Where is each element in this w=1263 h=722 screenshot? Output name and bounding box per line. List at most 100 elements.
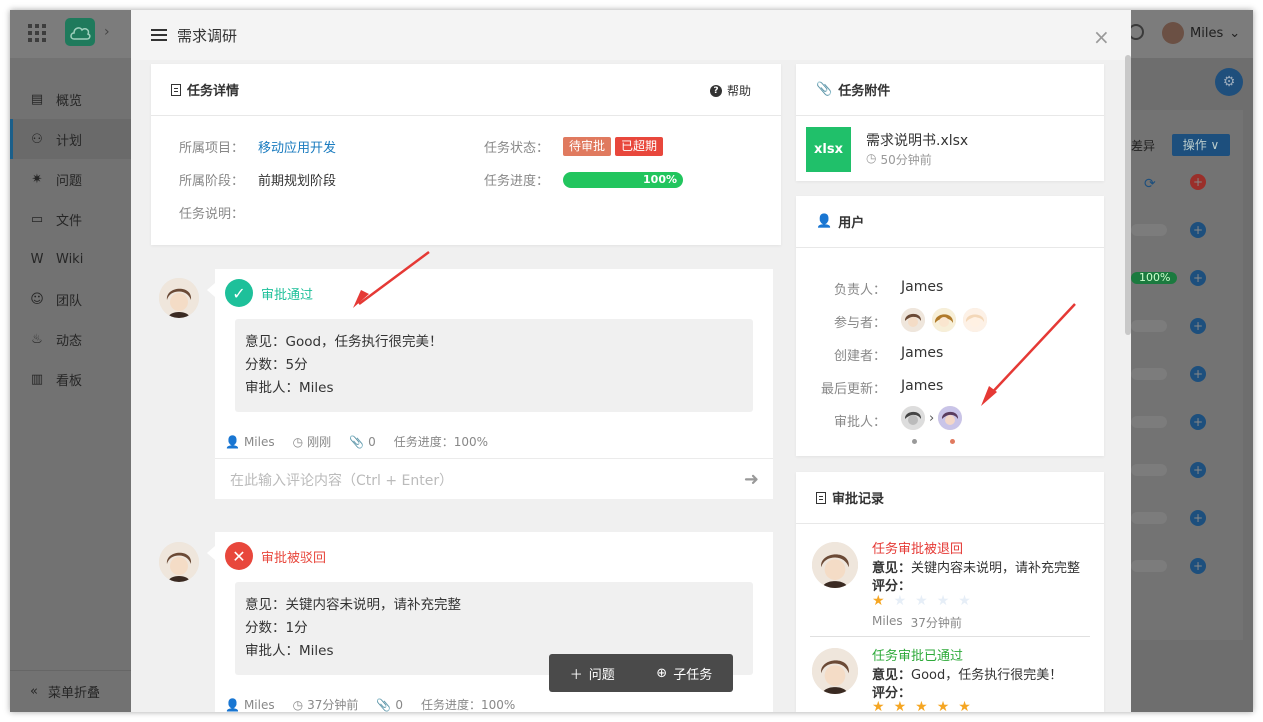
comment-placeholder: 在此输入评论内容（Ctrl + Enter） bbox=[230, 472, 454, 489]
overdue-badge: 已超期 bbox=[615, 137, 664, 156]
help-label: 帮助 bbox=[726, 84, 751, 98]
status-text: 审批被驳回 bbox=[261, 550, 327, 566]
add-icon[interactable]: + bbox=[1190, 366, 1206, 382]
sidebar-item-team[interactable]: ☺ 团队 bbox=[10, 279, 131, 319]
sidebar-item-plan[interactable]: ⚇ 计划 bbox=[10, 119, 131, 159]
star-icon: ★ bbox=[872, 699, 885, 712]
add-icon[interactable]: + bbox=[1190, 558, 1206, 574]
sidebar-item-label: 文件 bbox=[56, 213, 83, 229]
sidebar-item-label: Wiki bbox=[56, 251, 84, 267]
participants-row: 参与者： bbox=[834, 312, 886, 331]
sidebar-item-wiki[interactable]: W Wiki bbox=[10, 239, 131, 279]
progress-bar: 100% bbox=[1131, 272, 1177, 284]
opinion-text: 意见：Good，任务执行很完美！ bbox=[245, 334, 443, 350]
avatar bbox=[159, 542, 199, 582]
cloud-logo-icon[interactable] bbox=[65, 18, 95, 46]
ops-button[interactable]: 操作 ∨ bbox=[1172, 134, 1230, 156]
log-opinion-text: 关键内容未说明，请补充完整 bbox=[911, 561, 1081, 576]
sidebar-item-issue[interactable]: ✷ 问题 bbox=[10, 159, 131, 199]
project-row: 所属项目： 移动应用开发 bbox=[179, 137, 336, 156]
user-icon: 👤 bbox=[225, 434, 240, 449]
sidebar-item-board[interactable]: ▥ 看板 bbox=[10, 359, 131, 399]
log-opinion-label: 意见： bbox=[872, 668, 912, 683]
board-icon: ▥ bbox=[30, 371, 44, 387]
send-arrow-icon[interactable]: ➜ bbox=[744, 469, 759, 490]
updater-label: 最后更新： bbox=[820, 382, 886, 397]
avatar bbox=[812, 542, 858, 588]
stage-value: 前期规划阶段 bbox=[258, 174, 337, 189]
star-icon: ★ bbox=[893, 593, 907, 609]
meta-time-value: 37分钟前 bbox=[307, 698, 359, 712]
paperclip-icon: 📎 bbox=[376, 697, 392, 712]
log-user: Miles bbox=[872, 614, 903, 628]
current-dot bbox=[950, 439, 955, 444]
star-icon: ★ bbox=[915, 699, 928, 712]
add-subtask-label: 子任务 bbox=[673, 667, 713, 683]
avatar[interactable] bbox=[901, 406, 925, 430]
sidebar-item-label: 计划 bbox=[56, 133, 83, 149]
avatar[interactable] bbox=[932, 308, 956, 332]
task-modal: 需求调研 × 任务详情 ? 帮助 所属项目： 移动应用开发 所属阶段： 前期规划… bbox=[131, 10, 1131, 712]
sidebar-item-label: 问题 bbox=[56, 173, 83, 189]
sidebar-item-files[interactable]: ▭ 文件 bbox=[10, 199, 131, 239]
user-icon: 👤 bbox=[225, 697, 240, 712]
activity-meta: 👤 Miles ◷ 37分钟前 📎 0 任务进度：100% bbox=[225, 696, 515, 713]
star-rating: ★ ★ ★ ★ ★ bbox=[872, 594, 971, 608]
add-icon[interactable]: + bbox=[1190, 462, 1206, 478]
add-subtask-button[interactable]: ⊕ 子任务 bbox=[656, 664, 712, 683]
meta-user-name: Miles bbox=[243, 697, 275, 712]
xlsx-file-icon[interactable]: xlsx bbox=[806, 127, 851, 172]
star-icon: ★ bbox=[872, 593, 885, 609]
sidebar-item-overview[interactable]: ▤ 概览 bbox=[10, 79, 131, 119]
log-opinion-text: Good，任务执行很完美！ bbox=[911, 668, 1063, 683]
avatar[interactable] bbox=[938, 406, 963, 430]
help-button[interactable]: ? 帮助 bbox=[709, 82, 751, 99]
approval-log-card: 审批记录 任务审批被退回 意见：关键内容未说明，请补充完整 评分： ★ ★ ★ … bbox=[796, 472, 1104, 712]
file-time: ◷ 50分钟前 bbox=[866, 151, 932, 168]
add-icon[interactable]: + bbox=[1190, 174, 1206, 190]
owner-label: 负责人： bbox=[833, 283, 886, 298]
add-icon[interactable]: + bbox=[1190, 318, 1206, 334]
file-name-link[interactable]: 需求说明书.xlsx bbox=[866, 130, 968, 150]
opinion-box: 意见：Good，任务执行很完美！ 分数：5分 审批人：Miles bbox=[235, 319, 753, 412]
close-icon[interactable]: × bbox=[1093, 25, 1110, 49]
gear-icon[interactable]: ⚙ bbox=[1215, 68, 1243, 96]
card-header: 📎 任务附件 bbox=[796, 64, 1104, 116]
activity-icon: ♨ bbox=[31, 331, 43, 347]
refresh-icon[interactable]: ⟳ bbox=[1144, 176, 1156, 192]
app-window: › Miles ⌄ ▤ 概览 ⚇ 计划 ✷ 问题 ▭ 文件 W Wiki ☺ 团队 ♨ 动态 … bbox=[10, 10, 1253, 712]
avatar[interactable] bbox=[901, 308, 925, 332]
annotation-arrow bbox=[981, 303, 1076, 406]
add-icon[interactable]: + bbox=[1190, 270, 1206, 286]
add-icon[interactable]: + bbox=[1190, 414, 1206, 430]
meta-attachment-count: 0 bbox=[395, 697, 403, 712]
add-icon[interactable]: + bbox=[1190, 222, 1206, 238]
sidebar-item-label: 概览 bbox=[56, 93, 83, 109]
scrollbar[interactable] bbox=[1125, 55, 1131, 335]
sidebar-item-activity[interactable]: ♨ 动态 bbox=[10, 319, 131, 359]
avatar bbox=[1162, 22, 1184, 44]
description-row: 任务说明： bbox=[179, 203, 244, 222]
updater-value: James bbox=[901, 378, 944, 394]
menu-collapse-button[interactable]: « 菜单折叠 bbox=[10, 670, 131, 712]
comment-input[interactable]: 在此输入评论内容（Ctrl + Enter） ➜ bbox=[215, 458, 773, 500]
plus-icon: ＋ bbox=[569, 667, 583, 683]
add-icon[interactable]: + bbox=[1190, 510, 1206, 526]
chevron-right-icon: › bbox=[929, 410, 935, 426]
progress-label: 任务进度： bbox=[484, 174, 550, 189]
user-menu[interactable]: Miles ⌄ bbox=[1162, 22, 1240, 44]
floating-action-bar: ＋ 问题 ⊕ 子任务 bbox=[549, 654, 733, 692]
add-issue-button[interactable]: ＋ 问题 bbox=[570, 664, 615, 683]
project-link[interactable]: 移动应用开发 bbox=[258, 137, 336, 156]
progress-bar bbox=[1131, 416, 1167, 428]
approver-label: 审批人： bbox=[833, 415, 886, 430]
check-icon: ✓ bbox=[225, 279, 253, 307]
apps-grid-icon[interactable] bbox=[28, 24, 46, 42]
help-icon: ? bbox=[709, 84, 722, 97]
meta-attachments: 📎 0 bbox=[376, 696, 403, 712]
log-time: 37分钟前 bbox=[910, 616, 962, 630]
meta-user-name: Miles bbox=[243, 434, 275, 449]
description-label: 任务说明： bbox=[179, 207, 245, 222]
star-icon: ★ bbox=[958, 699, 971, 712]
clock-icon: ◷ bbox=[292, 697, 304, 712]
